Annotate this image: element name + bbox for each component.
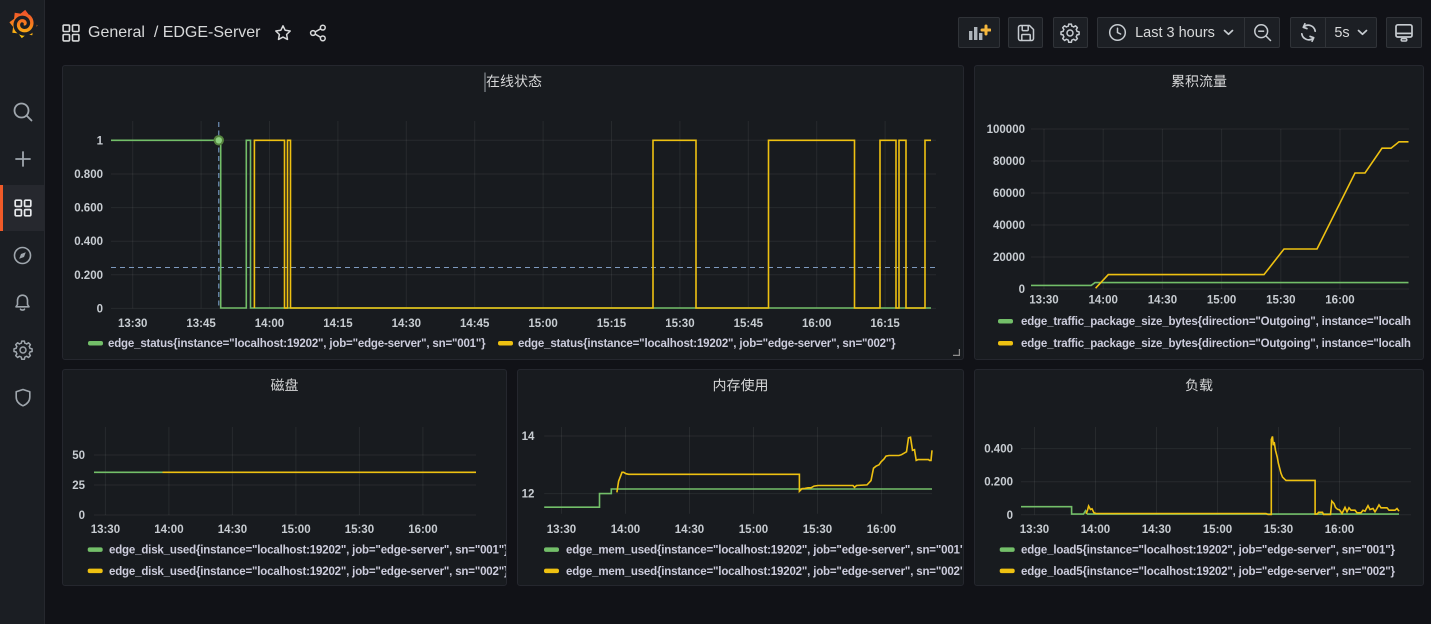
svg-text:13:45: 13:45 xyxy=(186,318,216,330)
svg-text:15:30: 15:30 xyxy=(1264,524,1293,536)
svg-text:0.200: 0.200 xyxy=(984,477,1013,489)
svg-text:0.400: 0.400 xyxy=(984,444,1013,456)
svg-text:edge_mem_used{instance="localh: edge_mem_used{instance="localhost:19202"… xyxy=(566,545,963,557)
svg-text:edge_load5{instance="localhost: edge_load5{instance="localhost:19202", j… xyxy=(1021,566,1396,578)
svg-text:0: 0 xyxy=(79,510,85,522)
svg-text:15:00: 15:00 xyxy=(528,318,557,330)
svg-text:14:30: 14:30 xyxy=(218,524,247,536)
svg-text:15:30: 15:30 xyxy=(803,524,832,536)
svg-text:edge_disk_used{instance="local: edge_disk_used{instance="localhost:19202… xyxy=(109,545,506,557)
svg-text:14:30: 14:30 xyxy=(392,318,421,330)
svg-text:15:45: 15:45 xyxy=(734,318,764,330)
svg-text:80000: 80000 xyxy=(993,156,1025,168)
svg-text:14:00: 14:00 xyxy=(1081,524,1110,536)
svg-text:14:00: 14:00 xyxy=(611,524,640,536)
svg-text:13:30: 13:30 xyxy=(547,524,576,536)
svg-text:edge_status{instance="localhos: edge_status{instance="localhost:19202", … xyxy=(518,338,896,350)
svg-text:edge_load5{instance="localhost: edge_load5{instance="localhost:19202", j… xyxy=(1021,545,1396,557)
svg-text:14: 14 xyxy=(522,431,535,443)
svg-text:15:00: 15:00 xyxy=(1203,524,1232,536)
svg-text:edge_disk_used{instance="local: edge_disk_used{instance="localhost:19202… xyxy=(109,566,506,578)
svg-text:0: 0 xyxy=(1007,510,1013,522)
svg-text:50: 50 xyxy=(72,450,85,462)
svg-text:0.200: 0.200 xyxy=(74,270,103,282)
svg-text:16:15: 16:15 xyxy=(870,318,900,330)
svg-text:edge_status{instance="localhos: edge_status{instance="localhost:19202", … xyxy=(108,338,486,350)
svg-text:12: 12 xyxy=(522,489,535,501)
svg-text:40000: 40000 xyxy=(993,220,1025,232)
svg-text:0.400: 0.400 xyxy=(74,236,103,248)
svg-text:15:30: 15:30 xyxy=(1266,295,1295,307)
svg-text:100000: 100000 xyxy=(987,124,1025,136)
svg-text:16:00: 16:00 xyxy=(1325,524,1354,536)
svg-text:25: 25 xyxy=(72,480,85,492)
svg-text:20000: 20000 xyxy=(993,252,1025,264)
svg-text:14:45: 14:45 xyxy=(460,318,490,330)
svg-text:16:00: 16:00 xyxy=(867,524,896,536)
svg-text:edge_traffic_package_size_byte: edge_traffic_package_size_bytes{directio… xyxy=(1021,316,1411,328)
svg-text:15:15: 15:15 xyxy=(597,318,627,330)
svg-text:13:30: 13:30 xyxy=(118,318,147,330)
svg-text:0: 0 xyxy=(1019,284,1025,296)
svg-text:13:30: 13:30 xyxy=(1020,524,1049,536)
svg-text:1: 1 xyxy=(97,135,104,147)
svg-text:15:00: 15:00 xyxy=(281,524,310,536)
svg-text:14:00: 14:00 xyxy=(255,318,284,330)
svg-text:14:00: 14:00 xyxy=(1088,295,1117,307)
svg-text:0: 0 xyxy=(97,303,103,315)
svg-text:14:30: 14:30 xyxy=(1148,295,1177,307)
svg-text:16:00: 16:00 xyxy=(408,524,437,536)
svg-text:edge_traffic_package_size_byte: edge_traffic_package_size_bytes{directio… xyxy=(1021,338,1411,350)
svg-text:0.800: 0.800 xyxy=(74,169,103,181)
svg-text:13:30: 13:30 xyxy=(91,524,120,536)
svg-text:16:00: 16:00 xyxy=(1325,295,1354,307)
svg-text:15:30: 15:30 xyxy=(665,318,694,330)
svg-text:15:30: 15:30 xyxy=(345,524,374,536)
svg-text:60000: 60000 xyxy=(993,188,1025,200)
svg-text:14:00: 14:00 xyxy=(154,524,183,536)
svg-text:edge_mem_used{instance="localh: edge_mem_used{instance="localhost:19202"… xyxy=(566,566,963,578)
svg-text:14:30: 14:30 xyxy=(675,524,704,536)
svg-text:13:30: 13:30 xyxy=(1029,295,1058,307)
svg-text:15:00: 15:00 xyxy=(739,524,768,536)
svg-text:14:15: 14:15 xyxy=(323,318,353,330)
svg-text:14:30: 14:30 xyxy=(1142,524,1171,536)
svg-text:16:00: 16:00 xyxy=(802,318,831,330)
svg-text:15:00: 15:00 xyxy=(1207,295,1236,307)
svg-text:0.600: 0.600 xyxy=(74,203,103,215)
